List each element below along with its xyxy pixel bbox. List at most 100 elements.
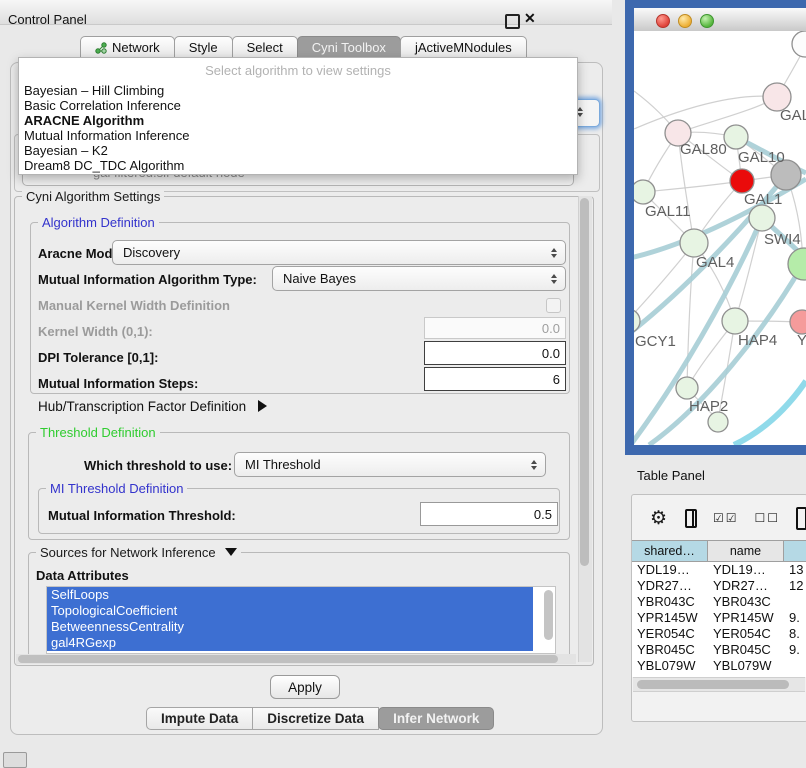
float-panel-icon[interactable]: [505, 14, 520, 29]
hub-definition-row[interactable]: Hub/Transcription Factor Definition: [38, 399, 267, 414]
gear-icon[interactable]: ⚙: [650, 507, 667, 530]
node-label: HAP2: [689, 398, 728, 415]
table-hscrollbar-thumb[interactable]: [637, 680, 789, 689]
table-row[interactable]: YBL079WYBL079W: [632, 658, 806, 674]
combo-stepper-icon: [551, 248, 557, 258]
minimized-panel-icon[interactable]: [3, 752, 27, 768]
network-node[interactable]: [708, 412, 728, 432]
node-table[interactable]: shared…nameA YDL19…YDL19…13YDR27…YDR27…1…: [632, 540, 806, 677]
dropdown-item[interactable]: Bayesian – Hill Climbing: [19, 83, 577, 98]
dropdown-item[interactable]: Mutual Information Inference: [19, 128, 577, 143]
close-icon[interactable]: ✕: [524, 10, 536, 27]
node-label: GCY1: [635, 333, 676, 350]
manual-kernel-checkbox[interactable]: [546, 298, 561, 313]
tab-infer-network[interactable]: Infer Network: [378, 707, 494, 730]
table-cell: [784, 658, 806, 674]
new-table-icon[interactable]: [796, 507, 806, 530]
table-row[interactable]: YBR045CYBR045C9.: [632, 642, 806, 658]
tab-label: Style: [189, 40, 218, 55]
table-cell: YPR145W: [708, 610, 784, 626]
network-node-gal4[interactable]: [680, 229, 708, 257]
table-cell: YBL079W: [708, 658, 784, 674]
network-node-hap4[interactable]: [722, 308, 748, 334]
aracne-mode-combobox[interactable]: Discovery: [112, 240, 566, 265]
tab-cyni-toolbox[interactable]: Cyni Toolbox: [297, 36, 401, 58]
dropdown-item[interactable]: Bayesian – K2: [19, 143, 577, 158]
tab-jactivemnodules[interactable]: jActiveMNodules: [400, 36, 527, 58]
aracne-mode-value: Discovery: [123, 245, 180, 260]
network-node-gal1[interactable]: [730, 169, 754, 193]
mi-type-combobox[interactable]: Naive Bayes: [272, 266, 566, 291]
hub-definition-label: Hub/Transcription Factor Definition: [38, 399, 246, 414]
table-row[interactable]: YER054CYER054C8.: [632, 626, 806, 642]
table-row[interactable]: YDR27…YDR27…12: [632, 578, 806, 594]
network-node-swi4[interactable]: [749, 205, 775, 231]
attribute-item[interactable]: gal4RGexp: [47, 635, 533, 651]
network-node[interactable]: [788, 248, 806, 280]
collapse-down-icon[interactable]: [225, 548, 237, 556]
data-attributes-list[interactable]: SelfLoopsTopologicalCoefficientBetweenne…: [46, 586, 556, 654]
table-row[interactable]: YPR145WYPR145W9.: [632, 610, 806, 626]
network-canvas[interactable]: GALGAL80GAL10GAL1GAL11SWI4GAL4GCY1HAP4YH…: [634, 31, 806, 445]
network-node-gcy1[interactable]: [634, 309, 640, 333]
network-edge-highlight[interactable]: [734, 381, 806, 445]
which-threshold-combobox[interactable]: MI Threshold: [234, 452, 546, 477]
dropdown-item[interactable]: Basic Correlation Inference: [19, 98, 577, 113]
network-edge[interactable]: [687, 243, 694, 388]
minimize-traffic-light-icon[interactable]: [678, 14, 692, 28]
tab-discretize-data[interactable]: Discretize Data: [252, 707, 379, 730]
tab-label: jActiveMNodules: [415, 40, 512, 55]
mi-threshold-field[interactable]: 0.5: [420, 502, 558, 526]
mi-steps-field[interactable]: 6: [424, 367, 566, 391]
tab-network[interactable]: Network: [80, 36, 175, 58]
column-header[interactable]: shared…: [632, 540, 708, 562]
columns-icon[interactable]: [685, 509, 697, 528]
table-row[interactable]: YBR043CYBR043C: [632, 594, 806, 610]
attribute-item[interactable]: BetweennessCentrality: [47, 619, 533, 635]
tab-style[interactable]: Style: [174, 36, 233, 58]
network-node-gal11[interactable]: [634, 180, 655, 204]
dropdown-item[interactable]: ARACNE Algorithm: [19, 113, 577, 128]
table-row[interactable]: YDL19…YDL19…13: [632, 562, 806, 578]
deselect-all-checkboxes-icon[interactable]: ☐☐: [755, 511, 781, 525]
dpi-tolerance-field[interactable]: 0.0: [424, 341, 566, 365]
tab-impute-data[interactable]: Impute Data: [146, 707, 253, 730]
table-panel-body: ⚙ ☑☑ ☐☐ shared…nameA YDL19…YDL19…13YDR27…: [631, 494, 806, 722]
attribute-item[interactable]: TopologicalCoefficient: [47, 603, 533, 619]
table-hscrollbar-track[interactable]: [633, 677, 805, 692]
dropdown-item[interactable]: Dream8 DC_TDC Algorithm: [19, 158, 577, 173]
close-traffic-light-icon[interactable]: [656, 14, 670, 28]
algorithm-definition-legend: Algorithm Definition: [38, 216, 159, 229]
column-header[interactable]: A: [784, 540, 806, 562]
zoom-traffic-light-icon[interactable]: [700, 14, 714, 28]
table-cell: YBR045C: [632, 642, 708, 658]
network-node-hap2[interactable]: [676, 377, 698, 399]
node-label: SWI4: [764, 231, 801, 248]
tab-select[interactable]: Select: [232, 36, 298, 58]
table-toolbar: ⚙ ☑☑ ☐☐: [632, 503, 806, 533]
table-cell: YBL079W: [632, 658, 708, 674]
control-panel-title: Control Panel: [8, 12, 87, 27]
network-edge[interactable]: [643, 181, 742, 192]
kernel-width-field[interactable]: 0.0: [424, 317, 566, 339]
network-window-titlebar[interactable]: [634, 8, 806, 32]
list-scrollbar[interactable]: [544, 590, 553, 640]
dpi-tolerance-label: DPI Tolerance [0,1]:: [38, 350, 158, 365]
expand-right-icon[interactable]: [258, 400, 267, 412]
table-cell: 13: [784, 562, 806, 578]
network-node-gal10[interactable]: [724, 125, 748, 149]
table-cell: YDR27…: [632, 578, 708, 594]
column-header[interactable]: name: [708, 540, 784, 562]
network-edge[interactable]: [678, 97, 777, 133]
network-window-frame: GALGAL80GAL10GAL1GAL11SWI4GAL4GCY1HAP4YH…: [625, 0, 806, 455]
node-label: HAP4: [738, 332, 777, 349]
apply-button[interactable]: Apply: [270, 675, 340, 699]
attribute-item[interactable]: SelfLoops: [47, 587, 533, 603]
tab-label: Select: [247, 40, 283, 55]
combo-stepper-icon: [531, 460, 537, 470]
settings-vscrollbar-thumb[interactable]: [580, 198, 589, 566]
settings-hscrollbar-thumb[interactable]: [18, 655, 558, 663]
select-all-checkboxes-icon[interactable]: ☑☑: [713, 511, 739, 525]
network-node[interactable]: [792, 31, 806, 57]
network-node-y[interactable]: [790, 310, 806, 334]
